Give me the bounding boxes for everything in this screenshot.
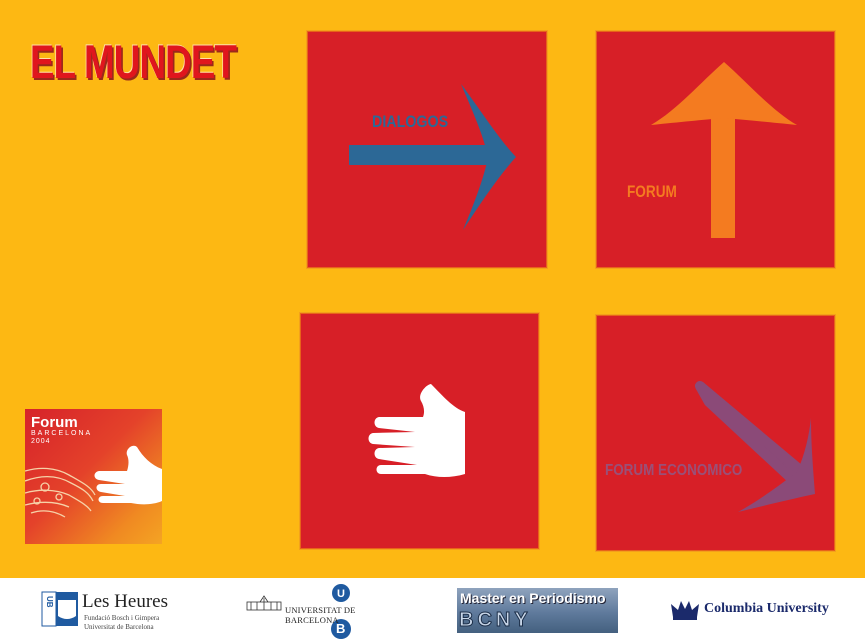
arrow-diagonal-icon	[695, 381, 815, 512]
ub-mark: UB	[45, 596, 54, 608]
hand-tile[interactable]	[301, 314, 538, 548]
crown-icon	[671, 601, 699, 620]
master-line1: Master en Periodismo	[460, 590, 606, 606]
columbia-name: Columbia University	[704, 601, 829, 616]
forum-barcelona-logo[interactable]: Forum BARCELONA 2004	[25, 409, 162, 544]
columbia-university-logo[interactable]: Columbia University	[670, 598, 840, 624]
les-heures-name: Les Heures	[82, 591, 168, 612]
ub-shield-icon	[41, 591, 78, 627]
arrow-right-icon	[349, 84, 516, 230]
hand-icon	[368, 384, 465, 477]
site-title: EL MUNDET	[30, 35, 237, 88]
forum-logo-hands-icon	[25, 445, 162, 518]
svg-text:U: U	[337, 588, 345, 600]
les-heures-logo[interactable]: UB Les Heures Fundació Bosch i Gimpera U…	[38, 590, 178, 634]
universitat-de-barcelona-logo[interactable]: U B UNIVERSITAT DE BARCELONA	[245, 584, 400, 640]
arrow-right-shaft	[349, 145, 494, 165]
forum-economico-label: FORUM ECONOMICO	[605, 462, 743, 479]
forum-economico-tile[interactable]: FORUM ECONOMICO	[597, 316, 834, 550]
page-canvas: EL MUNDET DIALOGOS FORUM FORUM ECONOMICO…	[0, 0, 865, 578]
arrow-up-shaft	[711, 118, 735, 238]
master-line2: BCNY	[459, 609, 532, 632]
forum-label: FORUM	[627, 182, 677, 201]
ub-name: UNIVERSITAT DE BARCELONA	[285, 605, 356, 625]
les-heures-line2: Universitat de Barcelona	[84, 623, 154, 631]
forum-tile[interactable]: FORUM	[597, 32, 834, 267]
arrow-up-head	[651, 62, 797, 125]
sponsor-footer: UB Les Heures Fundació Bosch i Gimpera U…	[0, 578, 865, 640]
dialogos-tile[interactable]: DIALOGOS	[308, 32, 546, 267]
master-periodismo-logo[interactable]: Master en Periodismo BCNY	[457, 588, 618, 633]
arrow-up-icon	[651, 62, 797, 238]
les-heures-line1: Fundació Bosch i Gimpera	[84, 614, 160, 622]
dialogos-label: DIALOGOS	[372, 112, 449, 131]
